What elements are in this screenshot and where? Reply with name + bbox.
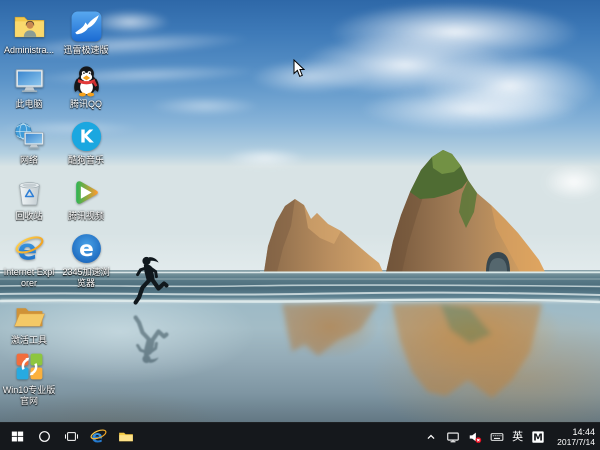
taskbar-button-file-explorer[interactable] [112,423,139,450]
tray-network-status[interactable] [446,423,460,450]
tray-touch-keyboard[interactable] [490,423,504,450]
desktop-icon-internet-explorer[interactable]: Internet Explorer [2,232,56,289]
ie-taskbar-icon [89,427,108,446]
browser-2345-icon [70,232,103,265]
tray-hidden-icons[interactable] [424,423,438,450]
taskbar-button-cortana-search[interactable] [31,423,58,450]
desktop-icon-label: 酷狗音乐 [59,155,113,166]
ie-icon [13,232,46,265]
desktop-icon-label: 腾讯QQ [59,99,113,110]
taskbar-button-task-view[interactable] [58,423,85,450]
thunder-icon [70,10,103,43]
desktop-icon-label: Administra... [2,45,56,56]
desktop-icon-label: 激活工具 [2,335,56,346]
open-folder-icon [13,300,46,333]
desktop-icon-label: 迅雷极速版 [59,45,113,56]
keyboard-icon [490,430,504,444]
recycle-bin-icon [13,176,46,209]
kugou-icon [70,120,103,153]
desktop-icon-tencent-qq[interactable]: 腾讯QQ [59,64,113,110]
user-folder-icon [13,10,46,43]
desktop-icon-label: 腾讯视频 [59,211,113,222]
desktop-icon-label: 2345加速浏览器 [59,267,113,289]
desktop-icon-kugou-music[interactable]: 酷狗音乐 [59,120,113,166]
desktop-icon-browser-2345[interactable]: 2345加速浏览器 [59,232,113,289]
clock-date: 2017/7/14 [557,437,595,447]
explorer-folder-icon [117,428,135,446]
desktop-icon-administrator[interactable]: Administra... [2,10,56,56]
desktop-icon-label: 网络 [2,155,56,166]
language-indicator-text: 英 [512,423,523,450]
start-icon [9,428,26,445]
tencent-video-icon [70,176,103,209]
mouse-cursor [293,59,305,78]
search-icon [36,428,53,445]
taskbar-clock[interactable]: 14:44 2017/7/14 [553,427,595,447]
desktop-icon-xunlei[interactable]: 迅雷极速版 [59,10,113,56]
win10-icon [13,350,46,383]
desktop-icon-recycle-bin[interactable]: 回收站 [2,176,56,222]
desktop-icon-label: 此电脑 [2,99,56,110]
chevron-up-icon [424,430,438,444]
taskbar: 英 14:44 2017/7/14 [0,422,600,450]
desktop-icon-activation-tools[interactable]: 激活工具 [2,300,56,346]
desktop-icon-this-pc[interactable]: 此电脑 [2,64,56,110]
desktop-icon-label: Win10专业版官网 [2,385,56,407]
taskbar-button-internet-explorer[interactable] [85,423,112,450]
task-view-icon [63,428,80,445]
windows-desktop: Administra... 迅雷极速版 此电脑 腾讯QQ 网络 酷狗音乐 回收站… [0,0,600,450]
network-tray-icon [446,430,460,444]
ime-m-icon [531,430,545,444]
taskbar-button-start[interactable] [4,423,31,450]
tray-ime-mode[interactable] [531,423,545,450]
desktop-icon-tencent-video[interactable]: 腾讯视频 [59,176,113,222]
qq-icon [70,64,103,97]
clock-time: 14:44 [557,427,595,437]
desktop-icon-win10-site[interactable]: Win10专业版官网 [2,350,56,407]
system-tray: 英 14:44 2017/7/14 [424,423,600,450]
taskbar-buttons [0,423,139,450]
computer-icon [13,64,46,97]
tray-volume-muted[interactable] [468,423,482,450]
tray-language-indicator[interactable]: 英 [512,423,523,450]
desktop-icon-label: Internet Explorer [2,267,56,289]
desktop-icon-label: 回收站 [2,211,56,222]
network-icon [13,120,46,153]
volume-muted-icon [468,430,482,444]
desktop-icon-network[interactable]: 网络 [2,120,56,166]
